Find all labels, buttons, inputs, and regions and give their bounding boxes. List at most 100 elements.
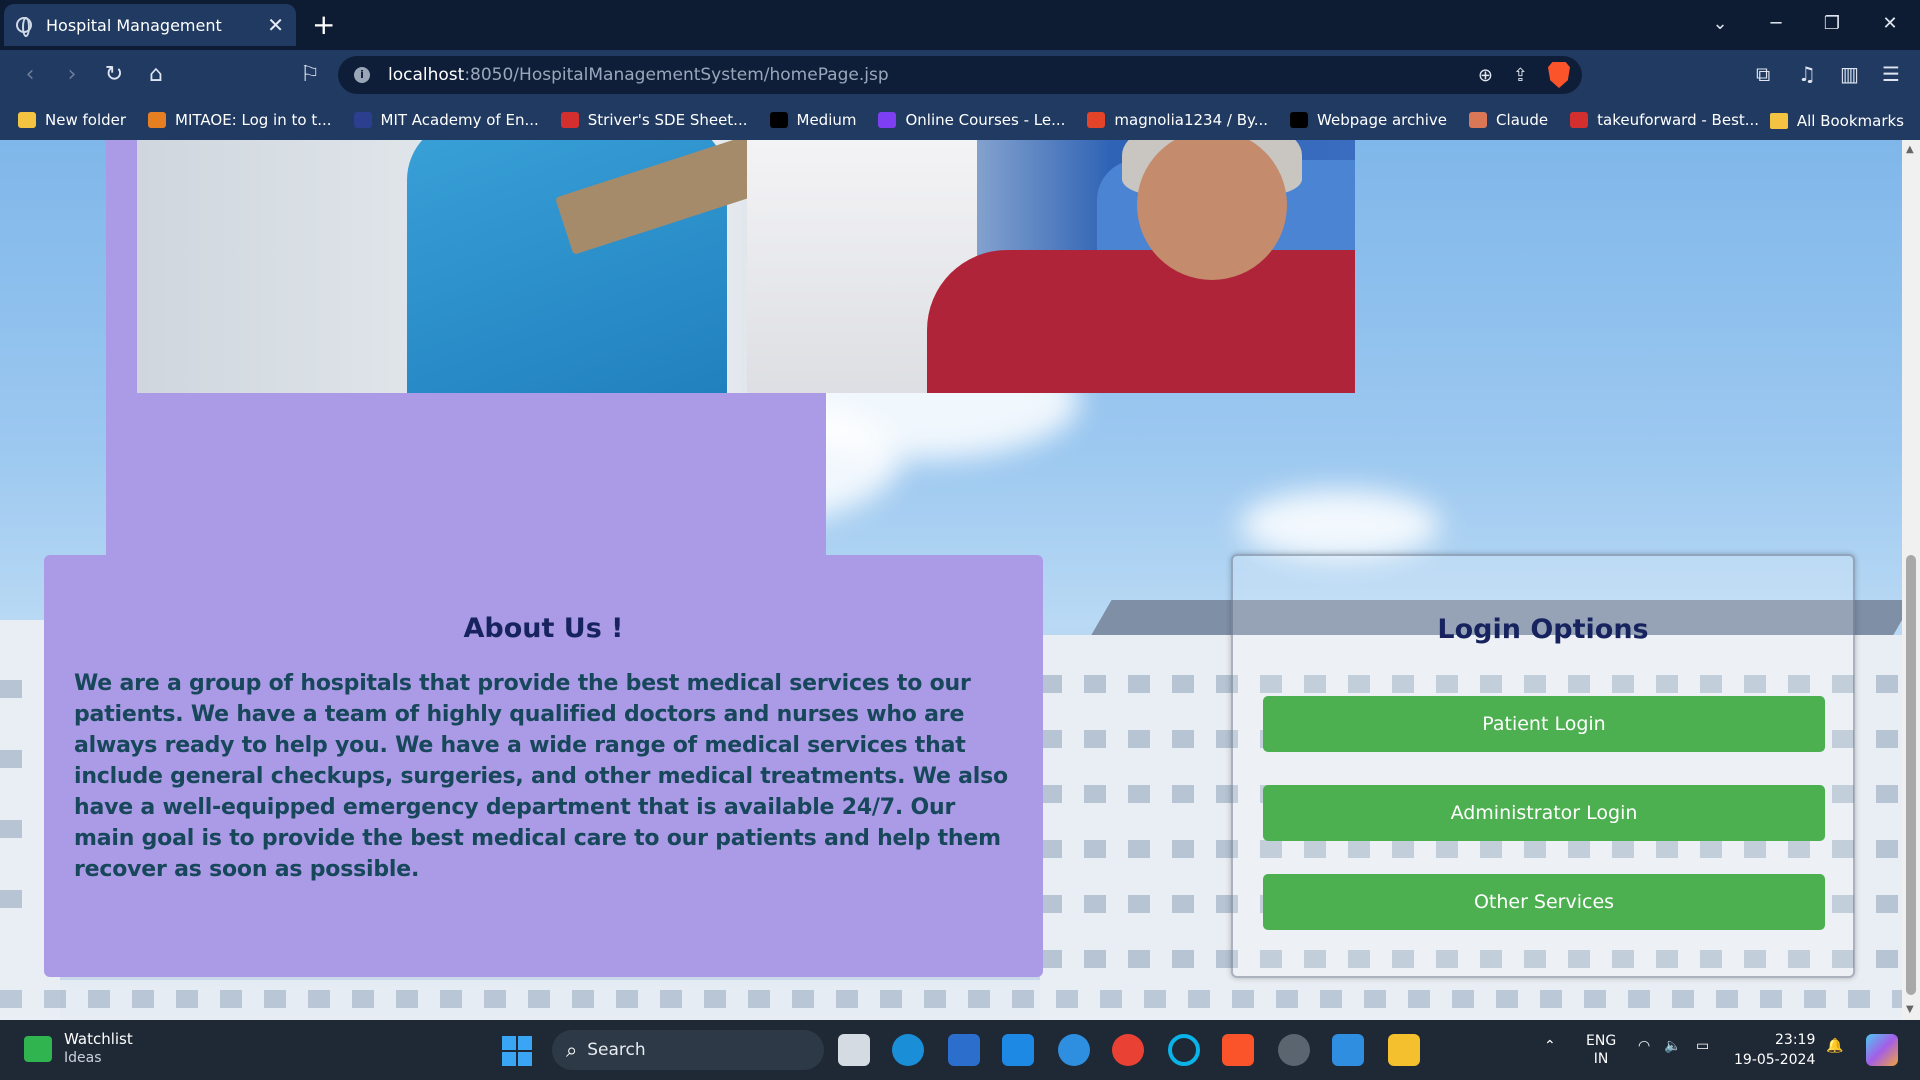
widget-title[interactable]: Watchlist — [64, 1030, 133, 1048]
start-menu-icon[interactable] — [502, 1036, 532, 1066]
folder-icon — [1769, 113, 1788, 129]
cortana-icon[interactable] — [1168, 1034, 1200, 1066]
extensions-icon[interactable]: ⧉ — [1756, 62, 1770, 86]
login-options-heading: Login Options — [1437, 614, 1649, 645]
mysql-workbench-icon[interactable] — [1002, 1034, 1034, 1066]
other-services-button[interactable]: Other Services — [1263, 874, 1825, 930]
bookmark-item[interactable]: MITAOE: Log in to t... — [148, 111, 332, 129]
bookmark-label: Online Courses - Le... — [905, 111, 1066, 129]
bookmark-label: takeuforward - Best... — [1597, 111, 1760, 129]
stocks-widget-icon[interactable] — [24, 1036, 52, 1062]
patient-figure — [927, 250, 1355, 393]
bookmark-label: Medium — [796, 111, 857, 129]
help-icon[interactable] — [1058, 1034, 1090, 1066]
bookmark-item[interactable]: Medium — [769, 111, 857, 129]
bookmark-item[interactable]: MIT Academy of En... — [353, 111, 539, 129]
edge-icon[interactable] — [892, 1034, 924, 1066]
minimize-icon[interactable]: ─ — [1756, 8, 1796, 40]
site-info-icon[interactable]: i — [354, 67, 370, 83]
tab-search-chevron-icon[interactable]: ⌄ — [1700, 8, 1740, 40]
tab-hospital-management[interactable]: Hospital Management ✕ — [4, 4, 296, 46]
taskbar-search[interactable]: ⌕ Search — [552, 1030, 824, 1070]
background-cloud — [1240, 490, 1440, 560]
close-window-icon[interactable]: ✕ — [1870, 8, 1910, 40]
page-scrollbar[interactable]: ▲ ▼ — [1902, 140, 1920, 1020]
clock-date: 19-05-2024 — [1734, 1052, 1816, 1068]
bookmark-label: MIT Academy of En... — [380, 111, 539, 129]
search-icon: ⌕ — [566, 1038, 578, 1062]
region-code: IN — [1593, 1051, 1609, 1067]
notepad-icon[interactable] — [1332, 1034, 1364, 1066]
share-icon[interactable]: ⇪ — [1513, 65, 1528, 86]
notification-bell-icon[interactable]: 🔔 — [1826, 1038, 1843, 1054]
tab-title: Hospital Management — [46, 15, 222, 35]
media-icon[interactable]: ♫ — [1798, 62, 1816, 86]
address-bar[interactable]: i localhost :8050/HospitalManagementSyst… — [338, 56, 1582, 94]
bookmarks-bar: New folder MITAOE: Log in to t... MIT Acad… — [0, 100, 1920, 140]
restore-icon[interactable]: ❐ — [1812, 8, 1852, 40]
close-tab-icon[interactable]: ✕ — [267, 13, 284, 37]
forward-icon[interactable]: › — [58, 62, 86, 90]
bookmark-item[interactable]: Striver's SDE Sheet... — [560, 111, 748, 129]
search-label: Search — [587, 1040, 646, 1060]
all-bookmarks-label: All Bookmarks — [1796, 112, 1904, 130]
bookmark-label: New folder — [45, 111, 127, 129]
menu-icon[interactable]: ☰ — [1882, 62, 1900, 86]
language-code: ENG — [1586, 1033, 1617, 1049]
bookmark-item[interactable]: Claude — [1469, 111, 1548, 129]
settings-gear-icon[interactable] — [1278, 1034, 1310, 1066]
scroll-up-icon[interactable]: ▲ — [1906, 144, 1914, 155]
bookmark-item[interactable]: New folder — [18, 111, 126, 129]
bookmark-item[interactable]: Webpage archive — [1290, 111, 1447, 129]
file-explorer-icon[interactable] — [1388, 1034, 1420, 1066]
navigation-bar: ‹ › ↻ ⌂ ⚐ i localhost :8050/HospitalMana… — [0, 50, 1920, 100]
site-favicon-icon — [1290, 112, 1309, 128]
windows-taskbar: Watchlist Ideas ⌕ Search ⌃ ENG IN ◠ 🔈 ▭ … — [0, 1020, 1920, 1080]
scroll-down-icon[interactable]: ▼ — [1906, 1004, 1914, 1015]
administrator-login-button[interactable]: Administrator Login — [1263, 785, 1825, 841]
brave-shields-icon[interactable] — [1548, 62, 1570, 88]
zoom-icon[interactable]: ⊕ — [1478, 65, 1493, 86]
reload-icon[interactable]: ↻ — [100, 62, 128, 90]
volume-icon[interactable]: 🔈 — [1664, 1038, 1681, 1054]
sidebar-icon[interactable]: ▥ — [1840, 62, 1859, 86]
back-icon[interactable]: ‹ — [16, 62, 44, 90]
bookmark-item[interactable]: Online Courses - Le... — [878, 111, 1065, 129]
copilot-icon[interactable] — [1866, 1034, 1898, 1066]
store-icon[interactable] — [948, 1034, 980, 1066]
bookmark-icon[interactable]: ⚐ — [296, 62, 324, 90]
bookmark-item[interactable]: takeuforward - Best... — [1570, 111, 1759, 129]
bookmark-item[interactable]: magnolia1234 / By... — [1087, 111, 1268, 129]
bookmark-label: magnolia1234 / By... — [1114, 111, 1269, 129]
page-viewport: About Us ! We are a group of hospitals t… — [0, 140, 1902, 1020]
url-path: :8050/HospitalManagementSystem/homePage.… — [464, 65, 889, 85]
site-favicon-icon — [353, 112, 372, 128]
building-base — [0, 980, 1902, 1020]
language-indicator[interactable]: ENG IN — [1586, 1032, 1616, 1068]
url-host: localhost — [388, 65, 465, 85]
bookmark-label: MITAOE: Log in to t... — [175, 111, 332, 129]
scroll-thumb[interactable] — [1906, 555, 1916, 995]
title-bar: Hospital Management ✕ + ⌄ ─ ❐ ✕ — [0, 0, 1920, 50]
bookmark-label: Striver's SDE Sheet... — [587, 111, 748, 129]
about-us-text: We are a group of hospitals that provide… — [74, 671, 1008, 882]
site-favicon-icon — [878, 112, 897, 128]
site-favicon-icon — [148, 112, 167, 128]
clock-time: 23:19 — [1775, 1032, 1816, 1048]
hero-image — [137, 140, 1355, 393]
patient-login-button[interactable]: Patient Login — [1263, 696, 1825, 752]
globe-icon — [16, 17, 32, 37]
site-favicon-icon — [560, 112, 579, 128]
brave-browser-icon[interactable] — [1222, 1034, 1254, 1066]
folder-icon — [18, 112, 36, 128]
home-icon[interactable]: ⌂ — [142, 62, 170, 90]
wifi-icon[interactable]: ◠ — [1638, 1038, 1650, 1054]
chrome-icon[interactable] — [1112, 1034, 1144, 1066]
new-tab-button[interactable]: + — [312, 8, 335, 42]
show-hidden-icons-icon[interactable]: ⌃ — [1544, 1038, 1556, 1054]
task-view-icon[interactable] — [838, 1034, 870, 1066]
battery-icon[interactable]: ▭ — [1696, 1038, 1709, 1054]
clock[interactable]: 23:19 19-05-2024 — [1734, 1030, 1815, 1070]
site-favicon-icon — [1087, 112, 1106, 128]
all-bookmarks-button[interactable]: All Bookmarks — [1769, 112, 1904, 130]
